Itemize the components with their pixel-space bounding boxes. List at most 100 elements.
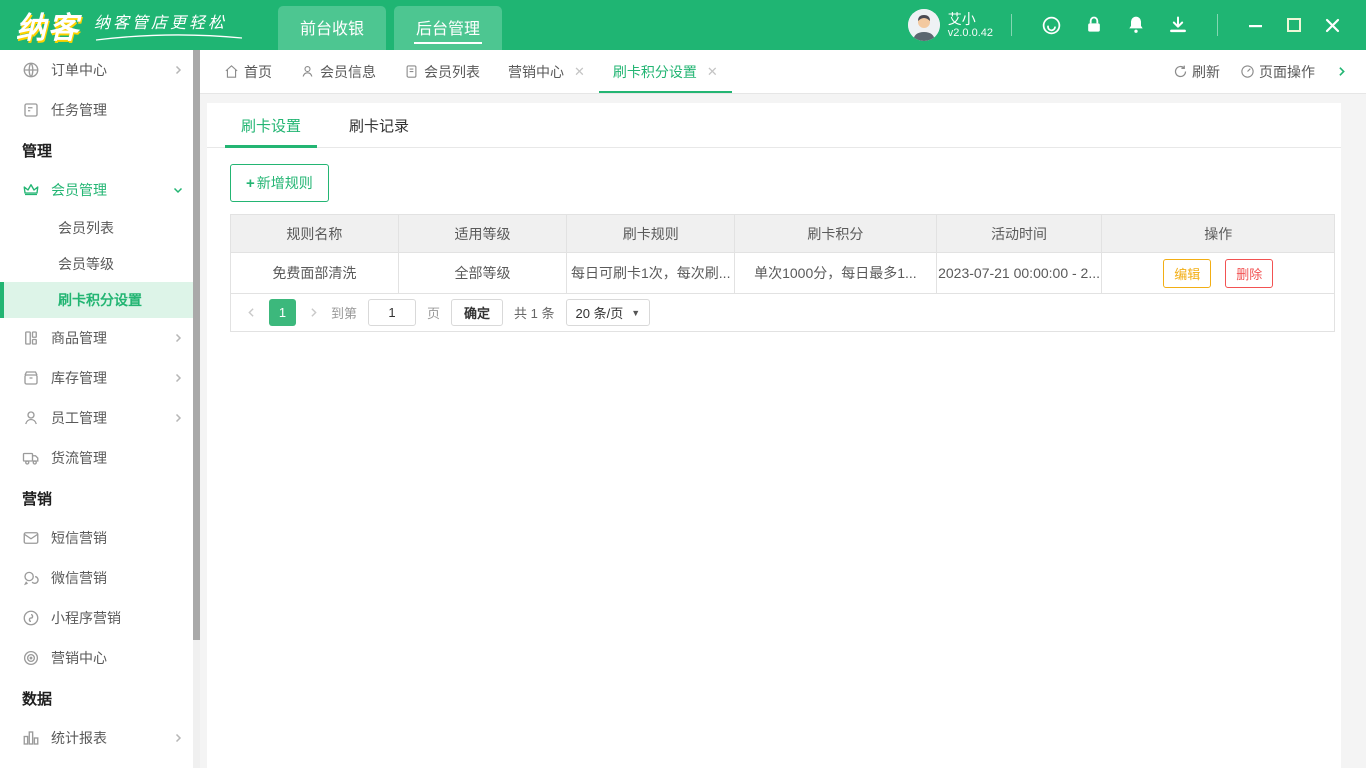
cell-activity-time: 2023-07-21 00:00:00 - 2... — [936, 252, 1103, 293]
sidebar-scrollbar-thumb[interactable] — [193, 50, 200, 640]
refresh-label: 刷新 — [1192, 63, 1220, 80]
sidebar-item-label: 短信营销 — [51, 530, 107, 546]
close-icon[interactable] — [1325, 18, 1340, 33]
close-tab-icon[interactable]: ✕ — [574, 64, 585, 80]
sidebar-item-partial[interactable] — [0, 758, 200, 768]
user-name: 艾小 — [947, 10, 976, 27]
crown-icon — [23, 184, 39, 196]
user-avatar[interactable] — [907, 9, 940, 41]
lock-icon[interactable] — [1084, 15, 1104, 35]
sidebar-item-logistics-management[interactable]: 货流管理 — [0, 438, 200, 478]
tab-card-settings[interactable]: 刷卡设置 — [225, 103, 318, 148]
sidebar-item-label: 微信营销 — [51, 570, 107, 586]
sidebar-item-label: 货流管理 — [51, 450, 107, 466]
goto-label: 到第 — [331, 306, 358, 321]
page-tabs-bar: 首页 会员信息 会员列表 营销中心 ✕ 刷卡积分设置 ✕ 刷新 页面操作 — [200, 50, 1366, 94]
home-icon — [224, 64, 239, 79]
content-tabs: 刷卡设置 刷卡记录 — [207, 103, 1341, 148]
sidebar-item-task-management[interactable]: 任务管理 — [0, 90, 200, 130]
refresh-button[interactable]: 刷新 — [1173, 62, 1220, 82]
sidebar-item-label: 商品管理 — [51, 330, 107, 346]
sidebar-item-member-level[interactable]: 会员等级 — [0, 246, 200, 282]
sidebar-item-sms-marketing[interactable]: 短信营销 — [0, 518, 200, 558]
sidebar-item-label: 小程序营销 — [51, 610, 121, 626]
minimize-icon[interactable] — [1248, 18, 1263, 33]
sidebar-item-label: 任务管理 — [51, 102, 107, 118]
page-tab-label: 首页 — [244, 63, 272, 80]
wechat-icon — [23, 571, 39, 586]
cell-applicable-level: 全部等级 — [398, 252, 568, 293]
pagination: 1 到第 页 确定 共 1 条 20 条/页 ▼ — [231, 293, 1334, 331]
sidebar-item-member-management[interactable]: 会员管理 — [0, 170, 200, 210]
task-icon — [24, 103, 38, 117]
chevron-right-icon[interactable] — [1335, 65, 1348, 78]
page-number-button[interactable]: 1 — [269, 299, 296, 326]
confirm-button[interactable]: 确定 — [451, 299, 504, 326]
sidebar-item-card-points-settings[interactable]: 刷卡积分设置 — [0, 282, 200, 318]
close-tab-icon[interactable]: ✕ — [707, 64, 718, 80]
maximize-icon[interactable] — [1287, 18, 1301, 32]
plus-icon: + — [246, 174, 255, 192]
page-tab-member-info[interactable]: 会员信息 — [286, 50, 390, 93]
sidebar-item-goods-management[interactable]: 商品管理 — [0, 318, 200, 358]
slogan-swoosh-decoration — [95, 33, 243, 41]
sidebar-item-label: 订单中心 — [51, 62, 107, 78]
support-headset-icon[interactable] — [1041, 15, 1062, 36]
sidebar-item-staff-management[interactable]: 员工管理 — [0, 398, 200, 438]
sidebar-item-marketing-center[interactable]: 营销中心 — [0, 638, 200, 678]
page-tab-marketing-center[interactable]: 营销中心 ✕ — [494, 50, 599, 93]
chevron-down-icon: ▼ — [631, 307, 641, 318]
sidebar-item-inventory-management[interactable]: 库存管理 — [0, 358, 200, 398]
col-actions: 操作 — [1204, 225, 1233, 242]
sidebar-scrollbar[interactable] — [193, 50, 200, 768]
next-page-icon[interactable] — [307, 306, 320, 319]
tab-card-records[interactable]: 刷卡记录 — [333, 103, 425, 147]
titlebar-divider-2 — [1217, 14, 1218, 36]
col-card-points: 刷卡积分 — [735, 215, 937, 252]
page-operations-button[interactable]: 页面操作 — [1240, 62, 1315, 82]
sidebar-section-data: 数据 — [22, 690, 53, 708]
add-rule-button[interactable]: + 新增规则 — [230, 164, 329, 202]
box-icon — [24, 371, 38, 385]
gauge-icon — [1240, 64, 1255, 79]
page-tab-card-points-settings[interactable]: 刷卡积分设置 ✕ — [598, 50, 732, 93]
titlebar-right: 艾小 v2.0.0.42 — [907, 9, 1352, 41]
delete-button[interactable]: 删除 — [1225, 258, 1274, 288]
page-tab-home[interactable]: 首页 — [210, 50, 286, 93]
rules-table: 规则名称 适用等级 刷卡规则 刷卡积分 活动时间 操作 免费面部清洗 全部等级 … — [230, 214, 1335, 332]
goods-icon — [25, 331, 37, 345]
chevron-right-icon — [172, 412, 184, 424]
tab-backend-admin[interactable]: 后台管理 — [394, 6, 503, 50]
bell-icon[interactable] — [1126, 15, 1146, 35]
page-tab-member-list[interactable]: 会员列表 — [390, 50, 494, 93]
prev-page-icon[interactable] — [245, 306, 258, 319]
chevron-right-icon — [172, 64, 184, 76]
sidebar-item-statistics-reports[interactable]: 统计报表 — [0, 718, 200, 758]
mail-icon — [23, 532, 39, 544]
chevron-right-icon — [172, 332, 184, 344]
sidebar-item-label: 员工管理 — [51, 410, 107, 426]
app-window: 纳客 纳客管店更轻松 前台收银 后台管理 艾小 v2.0.0.42 订单中心 任… — [0, 0, 1366, 768]
page-number-input[interactable] — [368, 299, 417, 326]
titlebar: 纳客 纳客管店更轻松 前台收银 后台管理 艾小 v2.0.0.42 — [0, 0, 1366, 50]
page-operations-label: 页面操作 — [1259, 63, 1315, 80]
download-icon[interactable] — [1168, 15, 1188, 35]
sidebar-item-member-list[interactable]: 会员列表 — [0, 210, 200, 246]
page-unit-label: 页 — [427, 306, 441, 321]
cell-actions: 编辑 删除 — [1102, 252, 1334, 293]
refresh-icon — [1173, 64, 1188, 79]
truck-icon — [22, 452, 39, 465]
page-size-select[interactable]: 20 条/页 ▼ — [565, 299, 651, 326]
cell-card-points: 单次1000分，每日最多1... — [735, 252, 937, 293]
sidebar-item-miniprogram-marketing[interactable]: 小程序营销 — [0, 598, 200, 638]
globe-icon — [23, 62, 39, 78]
page-tab-actions: 刷新 页面操作 — [1173, 50, 1348, 93]
sidebar-item-wechat-marketing[interactable]: 微信营销 — [0, 558, 200, 598]
tab-front-cashier[interactable]: 前台收银 — [278, 6, 387, 50]
sidebar-item-label: 营销中心 — [51, 650, 107, 666]
total-count-label: 共 1 条 — [514, 306, 555, 321]
titlebar-divider — [1011, 14, 1012, 36]
page-tab-label: 会员列表 — [424, 63, 480, 80]
edit-button[interactable]: 编辑 — [1163, 258, 1212, 288]
sidebar-item-order-center[interactable]: 订单中心 — [0, 50, 200, 90]
